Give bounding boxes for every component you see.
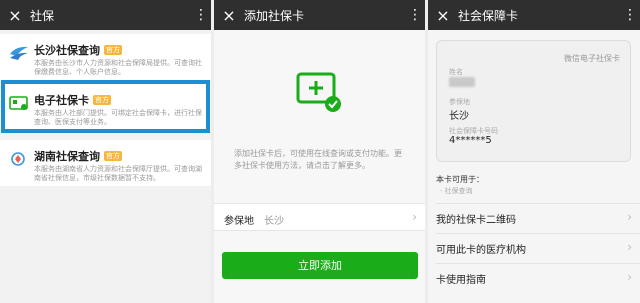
top-bar: × 社保 ⋮ [0, 0, 211, 30]
add-card-message: 添加社保卡后，可使用在线查询或支付功能。更多社保卡使用方法，请点击了解更多。 [234, 149, 402, 170]
menu-item-usage-guide[interactable]: 卡使用指南 › [428, 267, 640, 289]
add-card-icon [296, 72, 341, 112]
divider [436, 233, 640, 234]
page-title: 社会保障卡 [458, 8, 519, 23]
add-card-screen: × 添加社保卡 ⋮ 添加社保卡后，可使用在线查询或支付功能。更多社保卡使用方法，… [214, 0, 425, 303]
place-label: 参保地 [449, 98, 470, 106]
chevron-right-icon: › [627, 210, 632, 224]
service-description: 本服务由湖南省人力资源和社会保障厅提供。可查询湖南省社保信息，市级社保数据暂不支… [34, 165, 202, 182]
top-bar: × 添加社保卡 ⋮ [214, 0, 425, 30]
page-title: 添加社保卡 [244, 8, 305, 23]
chevron-right-icon: › [627, 240, 632, 254]
menu-label: 可用此卡的医疗机构 [436, 245, 526, 256]
service-item-hunan-query[interactable]: 湖南社保查询 官方 本服务由湖南省人力资源和社会保障厅提供。可查询湖南省社保信息，… [0, 140, 211, 186]
divider [436, 203, 640, 204]
hunan-logo-icon [11, 152, 25, 166]
menu-item-medical-institutions[interactable]: 可用此卡的医疗机构 › [428, 237, 640, 259]
close-icon[interactable]: × [214, 6, 244, 25]
add-now-button[interactable]: 立即添加 [222, 252, 418, 279]
insured-place-field[interactable]: 参保地 长沙 › [214, 203, 425, 231]
social-security-card[interactable]: 微信电子社保卡 姓名 参保地 长沙 社会保障卡号码 4******5 [436, 40, 631, 162]
divider [436, 263, 640, 264]
chevron-right-icon: › [412, 210, 417, 224]
close-icon[interactable]: × [0, 6, 30, 25]
more-icon[interactable]: ⋮ [620, 8, 640, 22]
service-name: 长沙社保查询 官方 [34, 44, 122, 57]
close-icon[interactable]: × [428, 6, 458, 25]
more-icon[interactable]: ⋮ [191, 8, 211, 22]
top-bar: × 社会保障卡 ⋮ [428, 0, 640, 30]
usable-for-item: · 社保查询 [440, 187, 473, 195]
name-value-redacted [449, 77, 475, 87]
page-title: 社保 [30, 8, 55, 23]
usable-for-title: 本卡可用于： [436, 175, 484, 184]
official-badge: 官方 [104, 45, 122, 55]
menu-item-qr-code[interactable]: 我的社保卡二维码 › [428, 207, 640, 229]
official-badge: 官方 [104, 151, 122, 161]
social-security-service-list: × 社保 ⋮ 长沙社保查询 官方 本服务由长沙市人力资源和社会保障局提供。可查询社… [0, 0, 211, 303]
menu-label: 我的社保卡二维码 [436, 215, 516, 226]
card-number-value: 4******5 [449, 135, 492, 146]
field-value: 长沙 [264, 216, 284, 227]
social-security-card-screen: × 社会保障卡 ⋮ 微信电子社保卡 姓名 参保地 长沙 社会保障卡号码 4***… [428, 0, 640, 303]
service-description: 本服务由长沙市人力资源和社会保障局提供。可查询社保缴费信息、个人账户信息。 [34, 59, 202, 76]
social-security-logo-icon [10, 46, 28, 60]
card-brand: 微信电子社保卡 [564, 54, 620, 63]
more-icon[interactable]: ⋮ [405, 8, 425, 22]
service-item-changsha-query[interactable]: 长沙社保查询 官方 本服务由长沙市人力资源和社会保障局提供。可查询社保缴费信息、个… [0, 34, 211, 80]
place-value: 长沙 [449, 111, 469, 122]
menu-label: 卡使用指南 [436, 275, 486, 286]
selection-highlight [1, 80, 210, 133]
field-label: 参保地 [224, 216, 254, 227]
service-name: 湖南社保查询 官方 [34, 150, 122, 163]
name-label: 姓名 [449, 68, 463, 76]
chevron-right-icon: › [627, 270, 632, 284]
